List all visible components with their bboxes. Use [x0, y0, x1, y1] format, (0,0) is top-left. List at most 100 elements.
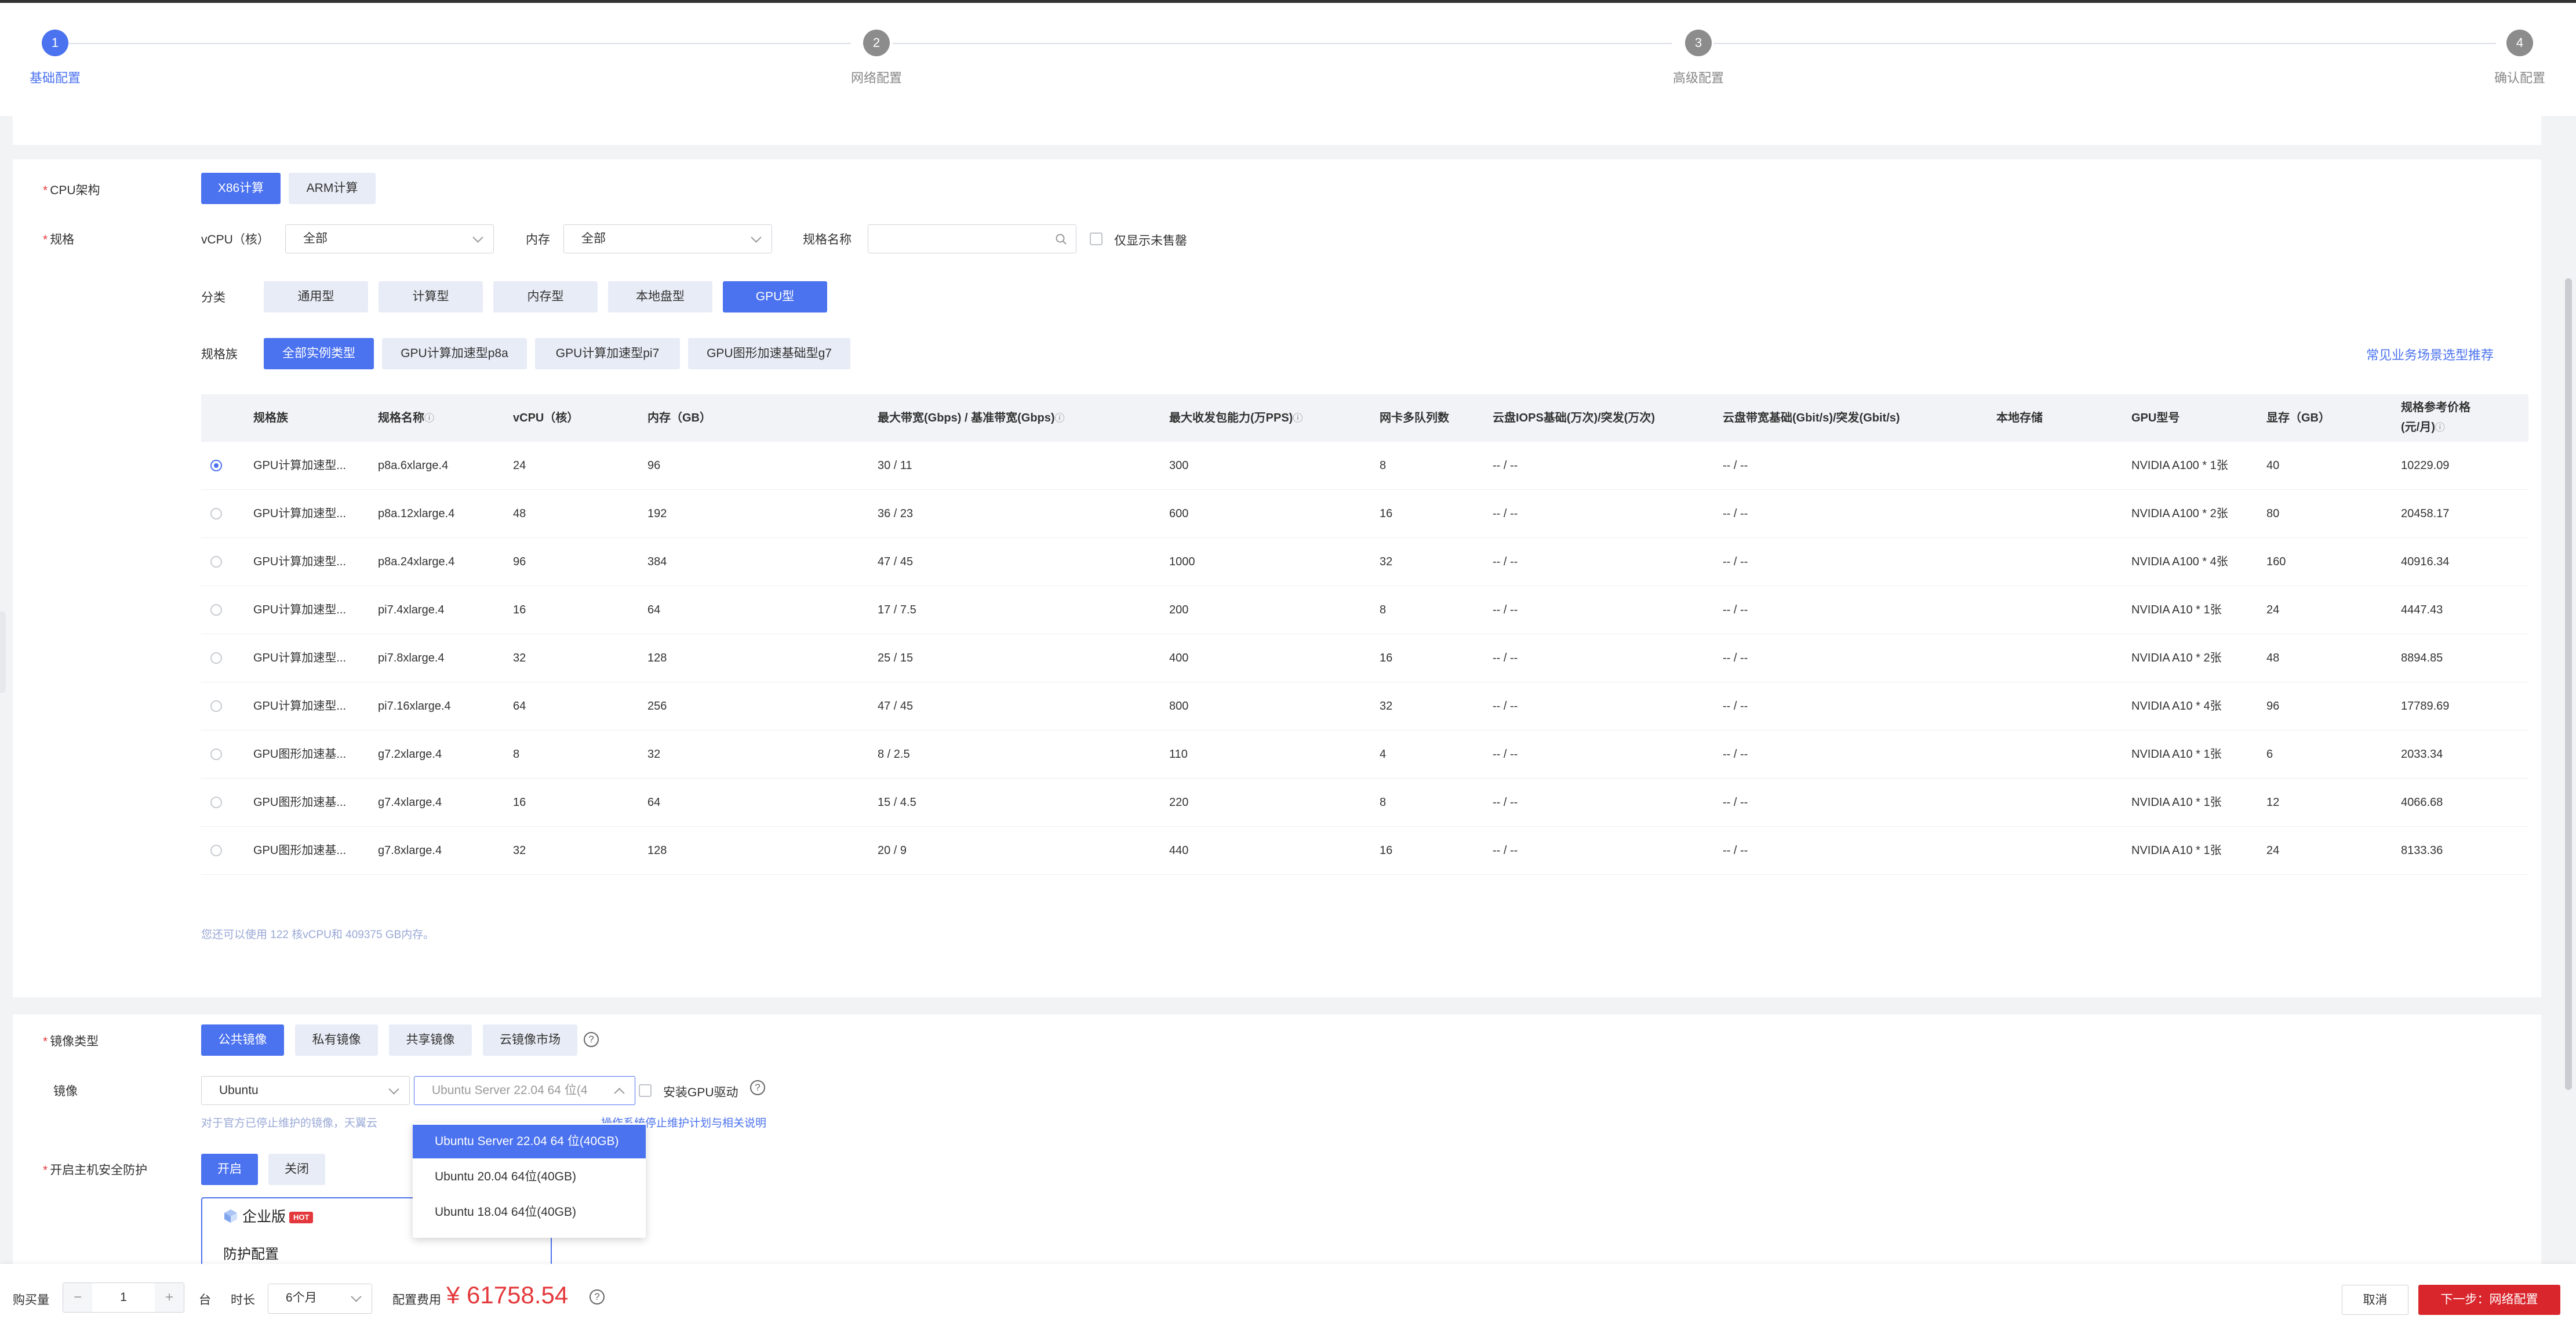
gpu-driver-checkbox[interactable]	[639, 1084, 652, 1097]
table-row[interactable]: GPU计算加速型... p8a.12xlarge.4 48 192 36 / 23 600…	[201, 490, 2528, 538]
row-select-radio[interactable]	[210, 460, 222, 471]
cell-gpu-model: NVIDIA A100 * 1张	[2131, 459, 2228, 472]
cell-vram: 48	[2266, 652, 2280, 664]
family-p8a-button[interactable]: GPU计算加速型p8a	[382, 338, 527, 369]
step-label: 基础配置	[29, 71, 81, 85]
cell-name: pi7.8xlarge.4	[378, 652, 445, 664]
section-strip	[13, 116, 2541, 145]
cell-family: GPU计算加速型...	[253, 555, 347, 568]
step-network[interactable]: 2 网络配置	[789, 30, 963, 86]
cpu-x86-button[interactable]: X86计算	[201, 173, 281, 204]
cell-disk-bandwidth: -- / --	[1723, 555, 1748, 568]
cell-pps: 600	[1169, 507, 1189, 520]
table-row[interactable]: GPU计算加速型... pi7.4xlarge.4 16 64 17 / 7.5 200 8…	[201, 586, 2528, 634]
gpu-driver-label: 安装GPU驱动	[663, 1086, 738, 1099]
step-basic[interactable]: 1 基础配置	[0, 30, 142, 86]
cell-queues: 16	[1380, 652, 1393, 664]
image-shared-button[interactable]: 共享镜像	[389, 1024, 472, 1056]
table-row[interactable]: GPU计算加速型... p8a.6xlarge.4 24 96 30 / 11 300 8 -…	[201, 442, 2528, 490]
image-version-option[interactable]: Ubuntu 20.04 64位(40GB)	[413, 1160, 646, 1194]
row-select-radio[interactable]	[210, 845, 222, 856]
cell-price: 10229.09	[2401, 459, 2450, 472]
step-connector	[1713, 43, 2496, 44]
cancel-button[interactable]: 取消	[2342, 1285, 2408, 1315]
image-version-option[interactable]: Ubuntu Server 22.04 64 位(40GB)	[413, 1125, 646, 1158]
image-market-button[interactable]: 云镜像市场	[483, 1024, 577, 1056]
scrollbar-thumb[interactable]	[2565, 278, 2572, 1090]
row-select-radio[interactable]	[210, 797, 222, 808]
scenario-recommend-link[interactable]: 常见业务场景选型推荐	[2366, 345, 2494, 364]
row-select-radio[interactable]	[210, 652, 222, 664]
only-unsold-checkbox[interactable]	[1090, 232, 1103, 245]
step-confirm[interactable]: 4 确认配置	[2433, 30, 2576, 86]
help-icon[interactable]: ?	[584, 1032, 599, 1047]
cell-mem: 128	[647, 652, 667, 664]
cell-price: 17789.69	[2401, 700, 2450, 713]
cell-name: g7.2xlarge.4	[378, 748, 442, 761]
cell-name: p8a.12xlarge.4	[378, 507, 455, 520]
cell-mem: 192	[647, 507, 667, 520]
image-version-select[interactable]: Ubuntu Server 22.04 64 位(4	[414, 1076, 635, 1105]
category-local-disk-button[interactable]: 本地盘型	[608, 281, 712, 312]
table-row[interactable]: GPU计算加速型... pi7.16xlarge.4 64 256 47 / 45 800…	[201, 682, 2528, 731]
edition-subtitle: 防护配置	[223, 1247, 279, 1262]
category-general-button[interactable]: 通用型	[264, 281, 368, 312]
category-compute-button[interactable]: 计算型	[379, 281, 483, 312]
table-row[interactable]: GPU图形加速基... g7.8xlarge.4 32 128 20 / 9 440 16 -…	[201, 827, 2528, 875]
cpu-arm-button[interactable]: ARM计算	[289, 173, 376, 204]
cell-vram: 160	[2266, 555, 2286, 568]
step-advanced[interactable]: 3 高级配置	[1611, 30, 1785, 86]
table-row[interactable]: GPU图形加速基... g7.4xlarge.4 16 64 15 / 4.5 220 8 -…	[201, 779, 2528, 827]
duration-select[interactable]: 6个月	[268, 1284, 372, 1314]
col-name: 规格名称ⓘ	[378, 412, 434, 424]
cell-price: 40916.34	[2401, 555, 2450, 568]
row-select-radio[interactable]	[210, 748, 222, 760]
cell-iops: -- / --	[1493, 604, 1518, 616]
cell-family: GPU计算加速型...	[253, 507, 347, 520]
cell-vcpu: 16	[513, 604, 526, 616]
security-on-button[interactable]: 开启	[201, 1154, 258, 1185]
row-select-radio[interactable]	[210, 508, 222, 519]
cell-family: GPU图形加速基...	[253, 844, 347, 857]
family-all-button[interactable]: 全部实例类型	[264, 338, 374, 369]
chevron-up-icon	[614, 1088, 625, 1099]
spec-name-input[interactable]	[868, 224, 1076, 253]
security-off-button[interactable]: 关闭	[268, 1154, 325, 1185]
image-version-option[interactable]: Ubuntu 18.04 64位(40GB)	[413, 1195, 646, 1229]
search-icon[interactable]	[1055, 233, 1068, 246]
family-pi7-button[interactable]: GPU计算加速型pi7	[535, 338, 680, 369]
col-iops: 云盘IOPS基础(万次)/突发(万次)	[1493, 412, 1655, 424]
help-icon[interactable]: ?	[590, 1289, 605, 1304]
spec-table: 规格族 规格名称ⓘ vCPU（核） 内存（GB） 最大带宽(Gbps) / 基准…	[201, 394, 2528, 875]
next-network-config-button[interactable]: 下一步：网络配置	[2418, 1285, 2560, 1315]
side-collapse-handle[interactable]	[0, 612, 6, 693]
step-label: 确认配置	[2494, 71, 2545, 85]
memory-select[interactable]: 全部	[563, 224, 772, 253]
table-row[interactable]: GPU计算加速型... pi7.8xlarge.4 32 128 25 / 15 400 1…	[201, 634, 2528, 682]
category-memory-button[interactable]: 内存型	[493, 281, 598, 312]
scrollbar-track[interactable]	[2553, 148, 2576, 1264]
image-private-button[interactable]: 私有镜像	[295, 1024, 378, 1056]
family-g7-button[interactable]: GPU图形加速基础型g7	[688, 338, 850, 369]
image-os-select[interactable]: Ubuntu	[201, 1076, 410, 1105]
category-gpu-button[interactable]: GPU型	[723, 281, 827, 312]
quantity-input[interactable]: 1	[92, 1283, 155, 1312]
help-icon[interactable]: ?	[750, 1080, 765, 1095]
cell-vcpu: 96	[513, 555, 526, 568]
col-bandwidth: 最大带宽(Gbps) / 基准带宽(Gbps)ⓘ	[878, 412, 1065, 424]
table-row[interactable]: GPU图形加速基... g7.2xlarge.4 8 32 8 / 2.5 110 4 -- …	[201, 731, 2528, 779]
quantity-decrease-button[interactable]: −	[63, 1283, 92, 1312]
row-select-radio[interactable]	[210, 604, 222, 616]
image-public-button[interactable]: 公共镜像	[201, 1024, 284, 1056]
row-select-radio[interactable]	[210, 556, 222, 568]
table-row[interactable]: GPU计算加速型... p8a.24xlarge.4 96 384 47 / 45 100…	[201, 538, 2528, 586]
purchase-footer: 购买量 − 1 + 台 时长 6个月 配置费用 ¥ 61758.54 ? 取消 …	[0, 1264, 2576, 1330]
quantity-increase-button[interactable]: +	[155, 1283, 184, 1312]
cell-gpu-model: NVIDIA A10 * 1张	[2131, 796, 2222, 809]
cell-vram: 24	[2266, 844, 2280, 857]
col-local-storage: 本地存储	[1996, 412, 2043, 424]
vcpu-select[interactable]: 全部	[285, 224, 494, 253]
cell-bandwidth: 47 / 45	[878, 555, 914, 568]
row-select-radio[interactable]	[210, 700, 222, 712]
cell-queues: 8	[1380, 604, 1387, 616]
